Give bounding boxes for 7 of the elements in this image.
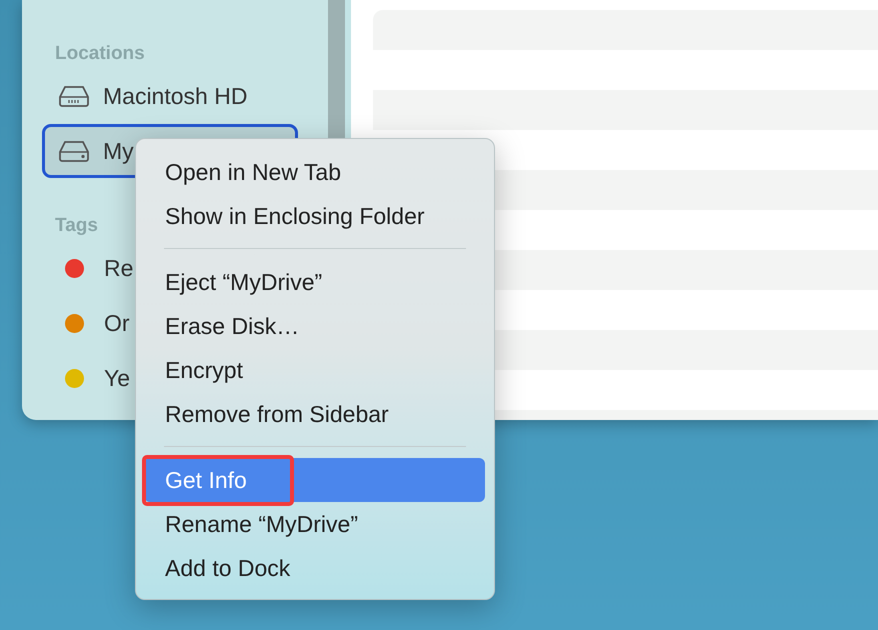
sidebar-item-label: Re <box>104 254 134 283</box>
sidebar-item-label: Ye <box>104 364 130 393</box>
sidebar-item-label: My <box>103 136 134 166</box>
section-header: Locations <box>55 42 145 66</box>
section-header: Tags <box>55 214 98 238</box>
sidebar-item-label: Or <box>104 308 130 338</box>
sidebar-item-label: Macintosh HD <box>103 82 248 111</box>
